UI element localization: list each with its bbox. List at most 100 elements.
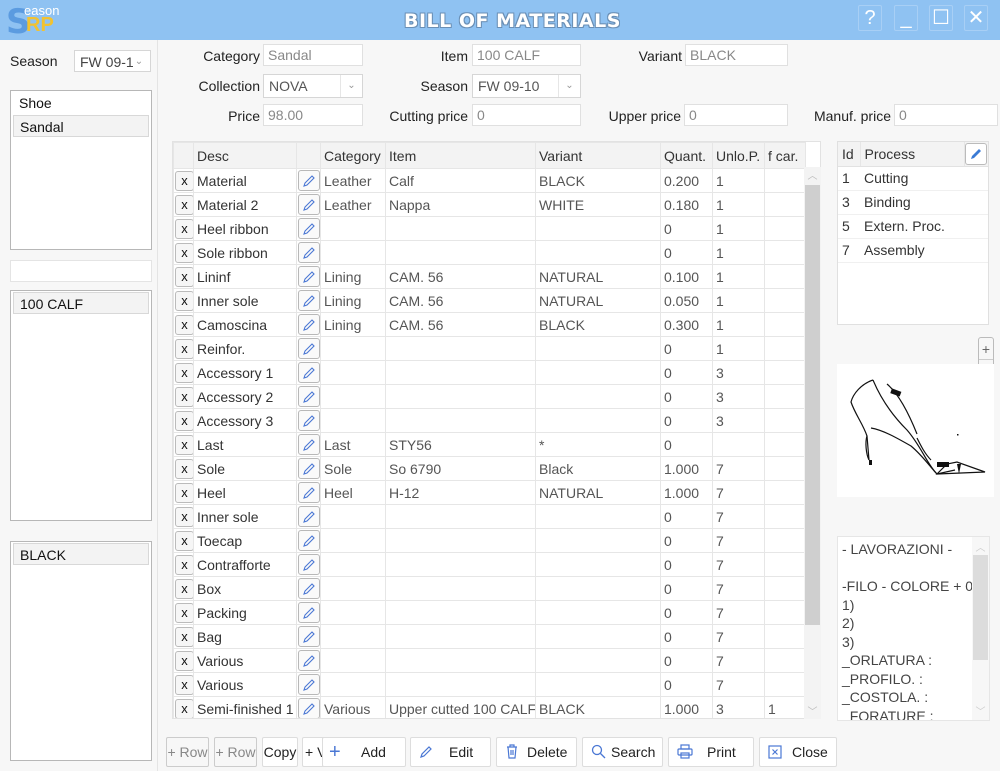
cell-desc[interactable]: Material xyxy=(193,168,297,193)
close-window-button[interactable]: ✕ xyxy=(964,5,988,31)
cell-variant[interactable] xyxy=(535,408,661,433)
cell-quant[interactable]: 0 xyxy=(660,384,713,409)
cell-unlo[interactable]: 7 xyxy=(712,624,765,649)
delete-row-button[interactable]: x xyxy=(175,698,193,718)
table-row[interactable]: x Material Leather Calf BLACK 0.200 1 xyxy=(173,168,806,193)
cell-fcar[interactable] xyxy=(764,624,806,649)
table-row[interactable]: x Contrafforte 0 7 xyxy=(173,552,806,577)
cell-category[interactable] xyxy=(320,504,386,529)
cell-desc[interactable]: Various xyxy=(193,648,297,673)
process-row[interactable]: 3 Binding xyxy=(838,190,988,215)
table-row[interactable]: x Accessory 3 03 xyxy=(173,408,806,433)
edit-row-button[interactable] xyxy=(298,218,320,239)
edit-row-button[interactable] xyxy=(298,266,320,287)
process-col-name[interactable]: Process xyxy=(860,142,965,167)
cell-desc[interactable]: Accessory 1 xyxy=(193,360,297,385)
edit-row-button[interactable] xyxy=(298,602,320,623)
table-row[interactable]: x Accessory 1 03 xyxy=(173,360,806,385)
cell-desc[interactable]: Sole ribbon xyxy=(193,240,297,265)
cell-variant[interactable] xyxy=(535,552,661,577)
table-row[interactable]: x Lininf Lining CAM. 56 NATURAL 0.100 1 xyxy=(173,264,806,289)
cell-desc[interactable]: Reinfor. xyxy=(193,336,297,361)
cell-desc[interactable]: Sole xyxy=(193,456,297,481)
cell-category[interactable] xyxy=(320,384,386,409)
cell-item[interactable] xyxy=(385,504,536,529)
cell-item[interactable] xyxy=(385,672,536,697)
edit-row-button[interactable] xyxy=(298,338,320,359)
cell-unlo[interactable]: 7 xyxy=(712,504,765,529)
table-row[interactable]: x Heel ribbon 0 1 xyxy=(173,216,806,241)
cell-unlo[interactable]: 1 xyxy=(712,288,765,313)
process-col-id[interactable]: Id xyxy=(838,142,861,167)
cell-quant[interactable]: 0 xyxy=(660,504,713,529)
col-header-desc[interactable]: Desc xyxy=(193,142,297,169)
cell-quant[interactable]: 0 xyxy=(660,240,713,265)
cell-fcar[interactable] xyxy=(764,336,806,361)
cell-fcar[interactable] xyxy=(764,408,806,433)
cell-quant[interactable]: 0 xyxy=(660,408,713,433)
cell-quant[interactable]: 1.000 xyxy=(660,696,713,718)
search-button[interactable]: Search xyxy=(582,737,663,767)
add-row-button-1[interactable]: + Row xyxy=(166,737,209,767)
cell-desc[interactable]: Inner sole xyxy=(193,504,297,529)
edit-row-button[interactable] xyxy=(298,194,320,215)
cell-unlo[interactable]: 3 xyxy=(712,360,765,385)
cell-item[interactable]: Upper cutted 100 CALF xyxy=(385,696,536,718)
table-row[interactable]: x Bag 0 7 xyxy=(173,624,806,649)
cell-variant[interactable]: NATURAL xyxy=(535,288,661,313)
table-row[interactable]: x Various 0 7 xyxy=(173,672,806,697)
cell-desc[interactable]: Accessory 2 xyxy=(193,384,297,409)
edit-row-button[interactable] xyxy=(298,626,320,647)
delete-row-button[interactable]: x xyxy=(175,410,193,431)
edit-row-button[interactable] xyxy=(298,290,320,311)
delete-row-button[interactable]: x xyxy=(175,362,193,383)
cell-fcar[interactable] xyxy=(764,648,806,673)
cell-variant[interactable] xyxy=(535,360,661,385)
cell-variant[interactable]: * xyxy=(535,432,661,457)
cell-fcar[interactable] xyxy=(764,288,806,313)
cell-category[interactable] xyxy=(320,408,386,433)
variant-list[interactable]: BLACK xyxy=(10,541,152,761)
table-row[interactable]: x Camoscina Lining CAM. 56 BLACK 0.300 1 xyxy=(173,312,806,337)
cell-quant[interactable]: 0.180 xyxy=(660,192,713,217)
delete-row-button[interactable]: x xyxy=(175,530,193,551)
delete-row-button[interactable]: x xyxy=(175,314,193,335)
cell-variant[interactable] xyxy=(535,336,661,361)
delete-row-button[interactable]: x xyxy=(175,434,193,455)
add-row-button-2[interactable]: + Row xyxy=(214,737,257,767)
cell-category[interactable] xyxy=(320,600,386,625)
cell-variant[interactable]: Black xyxy=(535,456,661,481)
scroll-down-icon[interactable]: ﹀ xyxy=(972,703,989,718)
item-field[interactable]: 100 CALF xyxy=(472,44,581,66)
cell-variant[interactable]: BLACK xyxy=(535,168,661,193)
col-header-fcar[interactable]: f car. xyxy=(764,142,806,169)
delete-row-button[interactable]: x xyxy=(175,458,193,479)
cell-quant[interactable]: 0.300 xyxy=(660,312,713,337)
delete-row-button[interactable]: x xyxy=(175,650,193,671)
print-button[interactable]: Print xyxy=(668,737,754,767)
cell-item[interactable]: CAM. 56 xyxy=(385,312,536,337)
table-row[interactable]: x Toecap 0 7 xyxy=(173,528,806,553)
table-row[interactable]: x Various 0 7 xyxy=(173,648,806,673)
cell-quant[interactable]: 0.200 xyxy=(660,168,713,193)
cell-desc[interactable]: Toecap xyxy=(193,528,297,553)
cell-variant[interactable] xyxy=(535,528,661,553)
cell-fcar[interactable] xyxy=(764,192,806,217)
cell-desc[interactable]: Material 2 xyxy=(193,192,297,217)
cell-fcar[interactable] xyxy=(764,312,806,337)
table-row[interactable]: x Inner sole Lining CAM. 56 NATURAL 0.050 1 xyxy=(173,288,806,313)
cell-desc[interactable]: Last xyxy=(193,432,297,457)
edit-row-button[interactable] xyxy=(298,314,320,335)
notes-scrollbar-thumb[interactable] xyxy=(973,555,988,660)
cell-category[interactable]: Various xyxy=(320,696,386,718)
cell-variant[interactable] xyxy=(535,600,661,625)
table-row[interactable]: x Semi-finished 1 Various Upper cutted 100 … xyxy=(173,696,806,718)
delete-row-button[interactable]: x xyxy=(175,482,193,503)
cell-category[interactable] xyxy=(320,672,386,697)
cell-fcar[interactable]: 1 xyxy=(764,696,806,718)
cell-item[interactable]: CAM. 56 xyxy=(385,264,536,289)
copy-button[interactable]: Copy xyxy=(262,737,298,767)
delete-row-button[interactable]: x xyxy=(175,674,193,695)
cell-unlo[interactable] xyxy=(712,432,765,457)
edit-row-button[interactable] xyxy=(298,410,320,431)
